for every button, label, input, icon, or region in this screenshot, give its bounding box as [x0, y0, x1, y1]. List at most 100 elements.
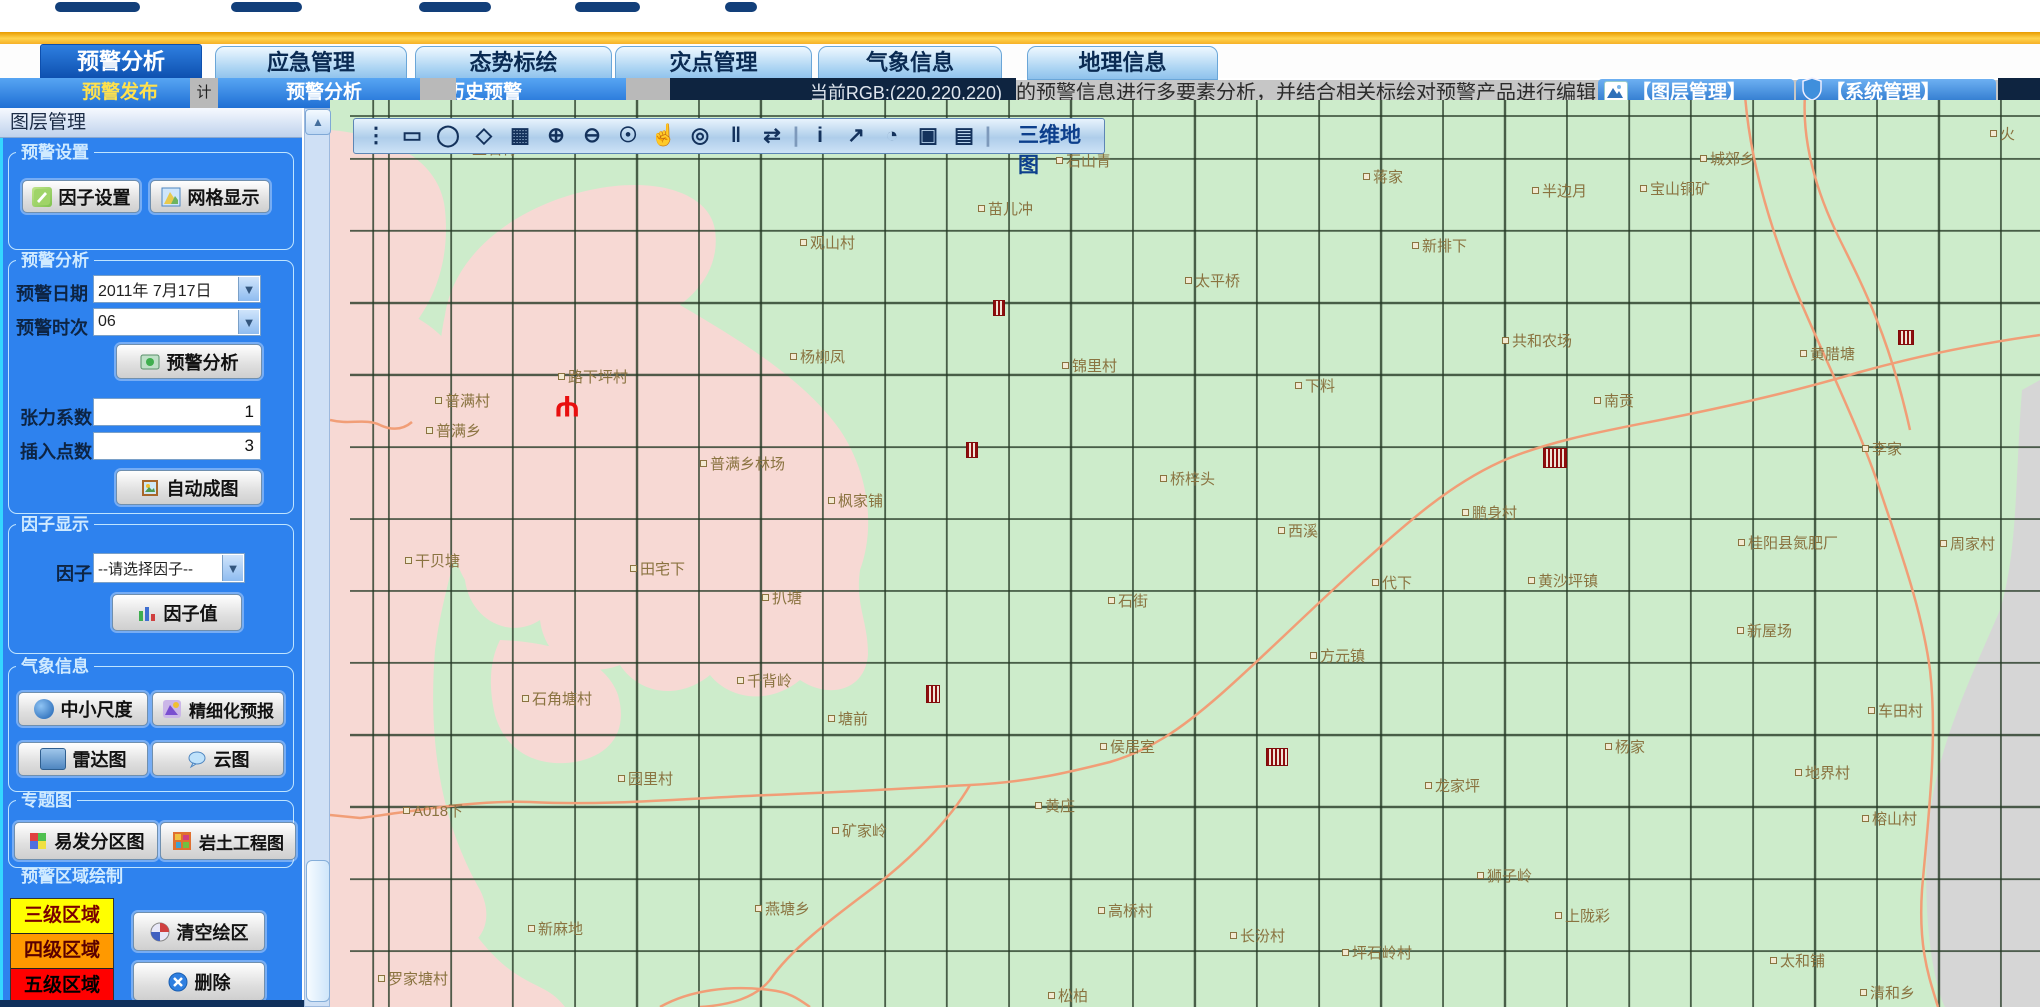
warn-analyze-icon — [140, 352, 160, 372]
identify-icon[interactable]: i — [802, 121, 838, 151]
measure-area-icon[interactable]: ◯ — [430, 121, 466, 151]
sub-tab-预警发布[interactable]: 预警发布 — [55, 78, 185, 108]
points-label: 插入点数 — [20, 438, 92, 464]
zoom-select-icon[interactable]: ◎ — [682, 121, 718, 151]
print-icon[interactable]: ▤ — [946, 121, 982, 151]
layer-panel-title: 图层管理 — [0, 108, 302, 138]
radar-button[interactable]: 雷达图 — [18, 742, 148, 776]
chevron-down-icon[interactable]: ▼ — [238, 310, 259, 334]
map-place-label: 周家村 — [1940, 533, 1995, 554]
map-place-label: 代下 — [1372, 572, 1412, 593]
radar-icon — [40, 748, 66, 770]
factor-select[interactable]: --请选择因子-- ▼ — [93, 553, 245, 583]
main-tab-态势标绘[interactable]: 态势标绘 — [415, 46, 612, 80]
points-input[interactable] — [93, 432, 261, 460]
susceptibility-map-icon — [28, 831, 48, 851]
map-place-label: 太平桥 — [1185, 270, 1240, 291]
map-place-label: 城郊乡 — [1700, 148, 1755, 169]
map-place-label: 新麻地 — [528, 918, 583, 939]
main-tab-气象信息[interactable]: 气象信息 — [818, 46, 1002, 80]
map-place-label: 清和乡 — [1860, 982, 1915, 1003]
map-place-label: 黄沙坪镇 — [1528, 570, 1598, 591]
group-header: 预警区域绘制 — [16, 868, 128, 886]
window-tab-pill — [231, 2, 302, 12]
warn-time-label: 预警时次 — [16, 314, 88, 340]
map-canvas[interactable]: 上石背石山青蒋家城郊乡火半边月宝山铜矿苗儿冲观山村新排下太平桥共和农场黄腊塘杨柳… — [330, 100, 2040, 1007]
map-place-label: 塘前 — [828, 708, 868, 729]
measure-polygon-icon[interactable]: ◇ — [466, 121, 502, 151]
mine-symbol — [966, 442, 978, 458]
susceptibility-map-button[interactable]: 易发分区图 — [14, 822, 158, 860]
warn-date-select[interactable]: 2011年 7月17日▼ — [93, 275, 261, 303]
map-place-label: 侯居室 — [1100, 736, 1155, 757]
refresh-icon[interactable]: ⇄ — [754, 121, 790, 151]
measure-distance-icon[interactable]: ▭ — [394, 121, 430, 151]
main-tab-bar: 预警分析应急管理态势标绘灾点管理气象信息地理信息 欢迎登录 【注销】 — [0, 44, 2040, 78]
grid-display-icon — [161, 187, 181, 207]
delete-button[interactable]: 删除 — [133, 962, 265, 1001]
grid-display-button[interactable]: 网格显示 — [150, 180, 270, 213]
map-place-label: 新屋场 — [1737, 620, 1792, 641]
zoom-in-icon[interactable]: ⊕ — [538, 121, 574, 151]
map-place-label: 黄腊塘 — [1800, 343, 1855, 364]
main-tab-应急管理[interactable]: 应急管理 — [215, 46, 407, 80]
warn-date-label: 预警日期 — [16, 280, 88, 306]
clear-region-button[interactable]: 清空绘区 — [133, 912, 265, 951]
map-place-label: 榕山村 — [1862, 808, 1917, 829]
map-place-label: 车田村 — [1868, 700, 1923, 721]
map-place-label: 火 — [1990, 123, 2015, 144]
full-extent-icon[interactable]: ☉ — [610, 121, 646, 151]
map-place-label: 燕塘乡 — [755, 898, 810, 919]
map-place-label: 千背岭 — [737, 670, 792, 691]
legend-五级区域: 五级区域 — [11, 969, 113, 1004]
map-place-label: A018下 — [403, 800, 463, 821]
main-tab-预警分析[interactable]: 预警分析 — [40, 44, 202, 80]
scrollbar-thumb[interactable] — [306, 860, 330, 1002]
auto-map-button[interactable]: 自动成图 — [116, 470, 262, 505]
map-3d-button[interactable]: 三维地图 — [1002, 121, 1100, 151]
group-header: 预警分析 — [16, 252, 94, 270]
warn-time-select[interactable]: 06▼ — [93, 308, 261, 336]
main-tab-灾点管理[interactable]: 灾点管理 — [615, 46, 812, 80]
map-place-label: 杨家 — [1605, 736, 1645, 757]
map-place-label: 地界村 — [1795, 762, 1850, 783]
map-place-label: 枫家铺 — [828, 490, 883, 511]
zoom-out-icon[interactable]: ⊖ — [574, 121, 610, 151]
app-window: 预警分析应急管理态势标绘灾点管理气象信息地理信息 欢迎登录 【注销】 预警发布预… — [0, 0, 2040, 1007]
factor-settings-button[interactable]: 因子设置 — [22, 180, 140, 213]
scroll-up-arrow[interactable]: ▲ — [305, 109, 331, 135]
window-tab-pill — [55, 2, 140, 12]
pan-hand-icon[interactable]: ☝ — [646, 121, 682, 151]
chevron-down-icon[interactable]: ▼ — [238, 277, 259, 301]
map-place-label: 长汾村 — [1230, 925, 1285, 946]
map-place-label: 高桥村 — [1098, 900, 1153, 921]
toolbar-grip[interactable]: ⋮ — [358, 121, 394, 151]
panel-footer — [0, 1000, 330, 1007]
geotech-map-button[interactable]: 岩土工程图 — [160, 822, 296, 860]
toolbar-divider: | — [790, 121, 802, 151]
chevron-down-icon[interactable]: ▼ — [222, 555, 243, 581]
mine-symbol — [926, 685, 940, 703]
tension-input[interactable] — [93, 398, 261, 426]
history-icon[interactable]: ◔ — [874, 121, 910, 151]
meso-scale-button[interactable]: 中小尺度 — [18, 692, 148, 726]
map-place-label: 普满村 — [435, 390, 490, 411]
map-label-layer: 上石背石山青蒋家城郊乡火半边月宝山铜矿苗儿冲观山村新排下太平桥共和农场黄腊塘杨柳… — [350, 100, 2040, 1007]
map-place-label: 桂阳县氮肥厂 — [1738, 532, 1838, 553]
save-icon[interactable]: ▣ — [910, 121, 946, 151]
map-place-label: 观山村 — [800, 232, 855, 253]
grid-display-icon[interactable]: ▦ — [502, 121, 538, 151]
factor-value-button[interactable]: 因子值 — [112, 594, 242, 631]
cloud-image-button[interactable]: 云图 — [152, 742, 284, 776]
map-place-label: 扒塘 — [762, 587, 802, 608]
map-place-label: 宝山铜矿 — [1640, 178, 1710, 199]
pause-icon[interactable]: ‖ — [718, 121, 754, 151]
fine-forecast-button[interactable]: 精细化预报 — [152, 692, 284, 726]
export-icon[interactable]: ↗ — [838, 121, 874, 151]
warn-analyze-button[interactable]: 预警分析 — [116, 344, 262, 379]
clear-region-icon — [150, 922, 170, 942]
map-place-label: 路下坪村 — [558, 366, 628, 387]
map-place-label: 李家 — [1862, 438, 1902, 459]
map-place-label: 鹏身村 — [1462, 502, 1517, 523]
main-tab-地理信息[interactable]: 地理信息 — [1027, 46, 1218, 80]
